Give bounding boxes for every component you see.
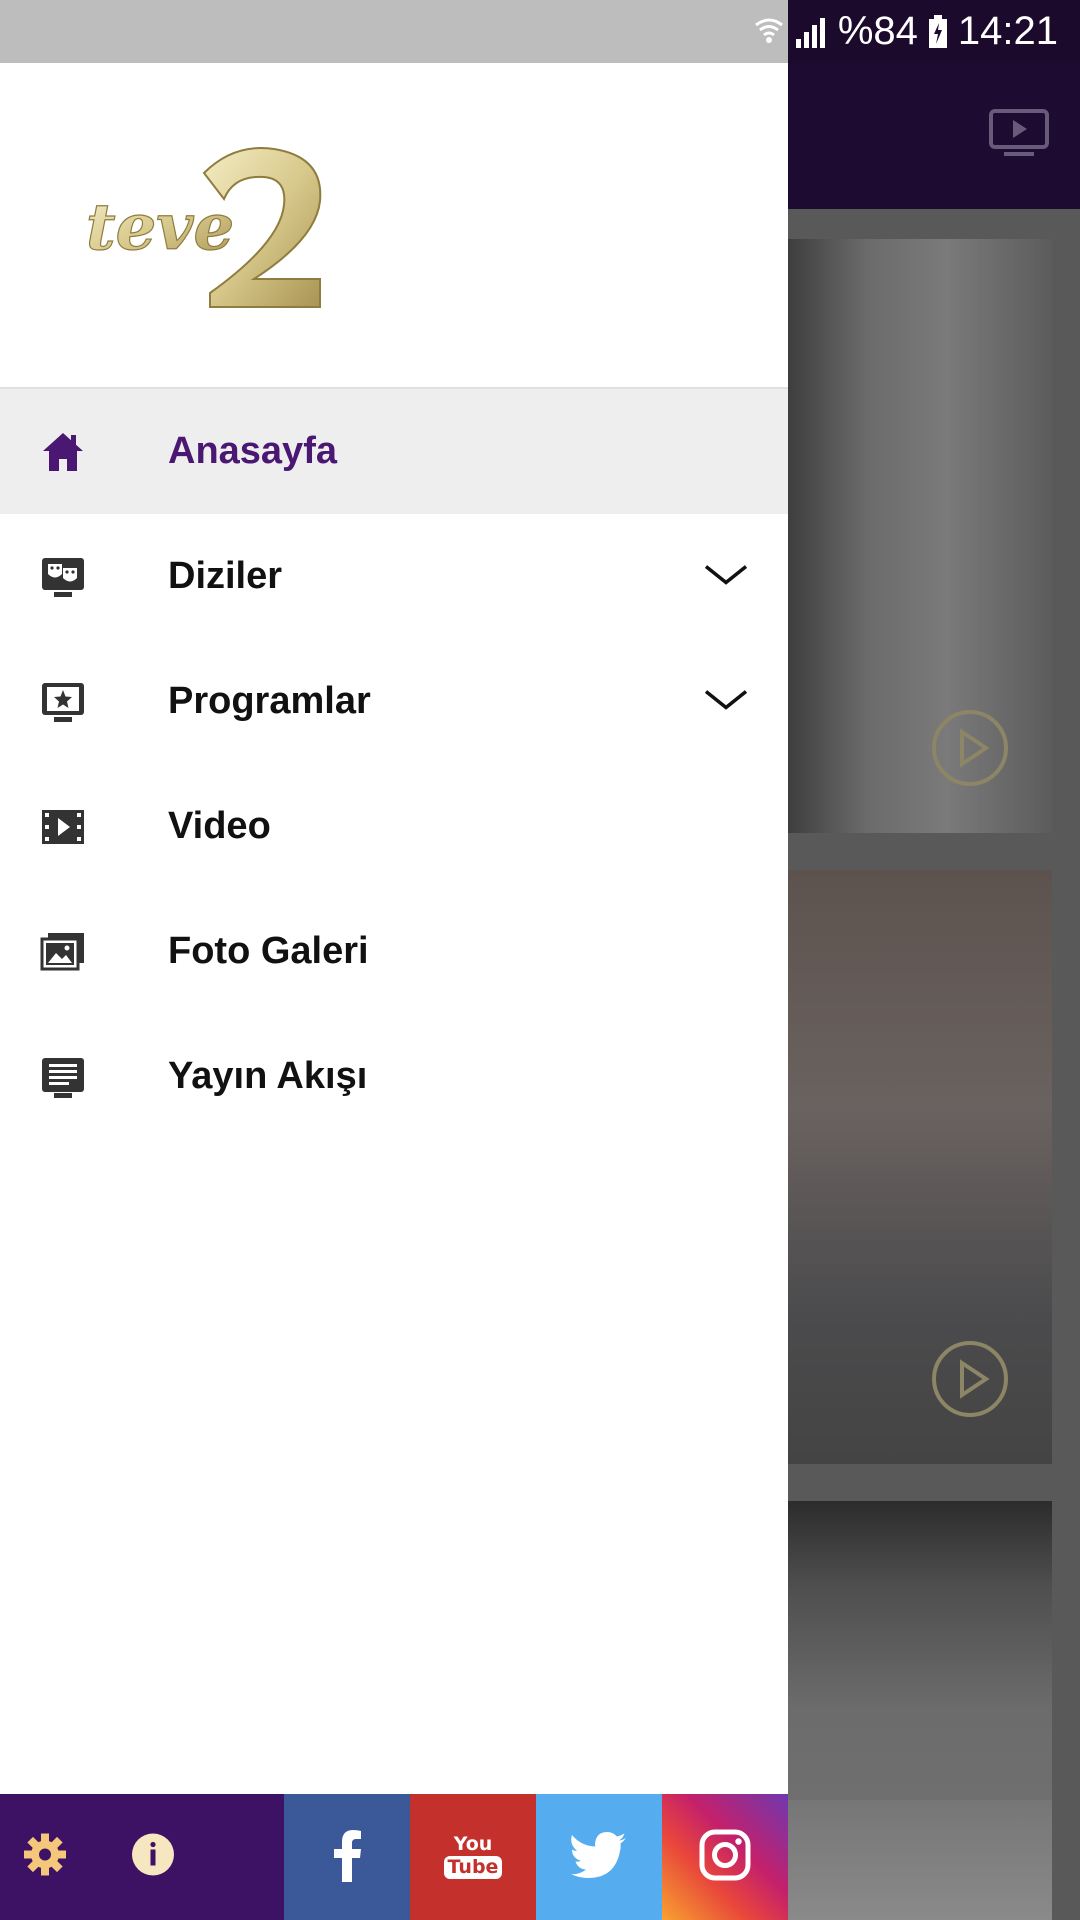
menu-item-label: Diziler xyxy=(168,555,283,597)
navigation-drawer: teve Anasayfa Diziler Programlar Video F… xyxy=(0,63,788,1920)
image-icon xyxy=(40,929,86,975)
drawer-menu: Anasayfa Diziler Programlar Video Foto G… xyxy=(0,389,788,1139)
menu-item-foto-galeri[interactable]: Foto Galeri xyxy=(0,889,788,1014)
chevron-down-icon[interactable] xyxy=(704,687,748,716)
menu-item-label: Programlar xyxy=(168,680,371,722)
menu-item-label: Yayın Akışı xyxy=(168,1055,368,1097)
menu-item-video[interactable]: Video xyxy=(0,764,788,889)
video-card[interactable] xyxy=(788,239,1052,833)
battery-percent: %84 xyxy=(837,9,918,53)
svg-text:teve: teve xyxy=(86,190,234,265)
play-icon[interactable] xyxy=(930,1339,1010,1424)
menu-item-label: Anasayfa xyxy=(168,430,337,472)
drawer-header: teve xyxy=(0,63,788,389)
schedule-list-icon xyxy=(40,1054,86,1100)
teve2-logo: teve xyxy=(84,143,344,318)
menu-item-label: Foto Galeri xyxy=(168,930,369,972)
play-icon[interactable] xyxy=(930,708,1010,793)
youtube-icon: You Tube xyxy=(443,1835,503,1879)
clock: 14:21 xyxy=(957,9,1058,53)
info-icon[interactable] xyxy=(130,1832,176,1883)
video-card[interactable] xyxy=(788,870,1052,1464)
twitter-button[interactable] xyxy=(536,1794,662,1920)
drama-masks-icon xyxy=(40,554,86,600)
content-list xyxy=(788,209,1080,1920)
live-tv-icon[interactable] xyxy=(988,108,1050,163)
menu-item-programlar[interactable]: Programlar xyxy=(0,639,788,764)
gear-icon[interactable] xyxy=(22,1832,68,1883)
menu-item-diziler[interactable]: Diziler xyxy=(0,514,788,639)
signal-icon xyxy=(794,15,828,49)
facebook-icon xyxy=(332,1828,362,1887)
home-icon xyxy=(40,429,86,475)
wifi-icon xyxy=(754,15,784,49)
thumbnail-image xyxy=(788,1800,1052,1920)
facebook-button[interactable] xyxy=(284,1794,410,1920)
star-screen-icon xyxy=(40,679,86,725)
chevron-down-icon[interactable] xyxy=(704,562,748,591)
menu-item-anasayfa[interactable]: Anasayfa xyxy=(0,389,788,514)
film-icon xyxy=(40,804,86,850)
status-bar-indicators: %84 14:21 xyxy=(754,0,1080,63)
video-card[interactable] xyxy=(788,1501,1052,1920)
youtube-button[interactable]: You Tube xyxy=(410,1794,536,1920)
twitter-icon xyxy=(571,1831,627,1883)
settings-area xyxy=(0,1794,284,1920)
menu-item-label: Video xyxy=(168,805,271,847)
instagram-button[interactable] xyxy=(662,1794,788,1920)
battery-icon xyxy=(928,14,948,49)
drawer-footer: You Tube xyxy=(0,1794,788,1920)
instagram-icon xyxy=(699,1829,751,1886)
menu-item-yayin-akisi[interactable]: Yayın Akışı xyxy=(0,1014,788,1139)
app-bar xyxy=(788,63,1080,209)
